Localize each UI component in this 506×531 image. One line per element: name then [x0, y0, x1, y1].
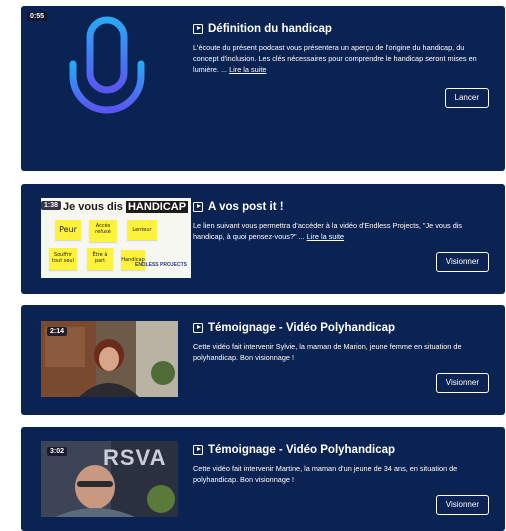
postit-note: Lenteur — [127, 220, 157, 240]
brand-logo: ENDLESS PROJECTS — [135, 262, 187, 268]
thumbnail-heading: Je vous dis HANDICAP — [63, 201, 189, 213]
card-description: Le lien suivant vous permettra d'accéder… — [193, 221, 463, 241]
play-icon — [193, 202, 203, 212]
content-feed: 0:55 Définition du handicap L'écoute du … — [0, 0, 506, 531]
watch-button[interactable]: Visionner — [435, 373, 489, 393]
play-icon — [193, 24, 203, 34]
card-temoignage-2: 3:02 RSVA Témoignage - Vidéo Polyhandica… — [21, 427, 505, 531]
watch-button[interactable]: Visionner — [435, 495, 489, 515]
card-definition-handicap: 0:55 Définition du handicap L'écoute du … — [21, 6, 505, 171]
postit-note: Accès refusé — [89, 220, 117, 242]
postit-note: Être à part — [87, 248, 113, 270]
postit-note: Souffrir tout seul — [49, 248, 77, 270]
thumbnail-overlay-text: RSVA — [103, 445, 167, 470]
card-temoignage-1: 2:14 Témoignage - Vidéo Polyhandicap Cet… — [21, 305, 505, 415]
postit-video-thumbnail[interactable]: 1:38 Je vous dis HANDICAP Peur Accès ref… — [41, 198, 191, 278]
card-description: Cette vidéo fait intervenir Martine, la … — [193, 464, 458, 484]
card-body: Définition du handicap L'écoute du prése… — [193, 22, 489, 75]
read-more-link[interactable]: Lire la suite — [229, 65, 266, 74]
card-title[interactable]: Définition du handicap — [193, 22, 489, 36]
card-body: Témoignage - Vidéo Polyhandicap Cette vi… — [193, 321, 489, 363]
card-title[interactable]: Témoignage - Vidéo Polyhandicap — [193, 321, 489, 335]
duration-badge: 1:38 — [41, 201, 62, 210]
read-more-link[interactable]: Lire la suite — [307, 232, 344, 241]
duration-badge: 2:14 — [47, 327, 68, 336]
card-body: Témoignage - Vidéo Polyhandicap Cette vi… — [193, 443, 489, 485]
card-title[interactable]: A vos post it ! — [193, 200, 489, 214]
card-title[interactable]: Témoignage - Vidéo Polyhandicap — [193, 443, 489, 457]
launch-button[interactable]: Lancer — [444, 88, 489, 108]
watch-button[interactable]: Visionner — [435, 252, 489, 272]
card-post-it: 1:38 Je vous dis HANDICAP Peur Accès ref… — [21, 184, 505, 294]
duration-badge: 3:02 — [47, 447, 68, 456]
testimony-video-thumbnail[interactable]: 2:14 — [41, 321, 178, 397]
card-description: L'écoute du présent podcast vous présent… — [193, 43, 477, 74]
postit-note: Peur — [55, 220, 81, 240]
microphone-icon — [69, 16, 145, 150]
card-description: Cette vidéo fait intervenir Sylvie, la m… — [193, 342, 462, 362]
card-body: A vos post it ! Le lien suivant vous per… — [193, 200, 489, 242]
testimony-video-thumbnail[interactable]: 3:02 RSVA — [41, 441, 178, 517]
play-icon — [193, 323, 203, 333]
play-icon — [193, 445, 203, 455]
podcast-thumbnail[interactable]: 0:55 — [21, 6, 179, 171]
duration-badge: 0:55 — [27, 12, 48, 21]
